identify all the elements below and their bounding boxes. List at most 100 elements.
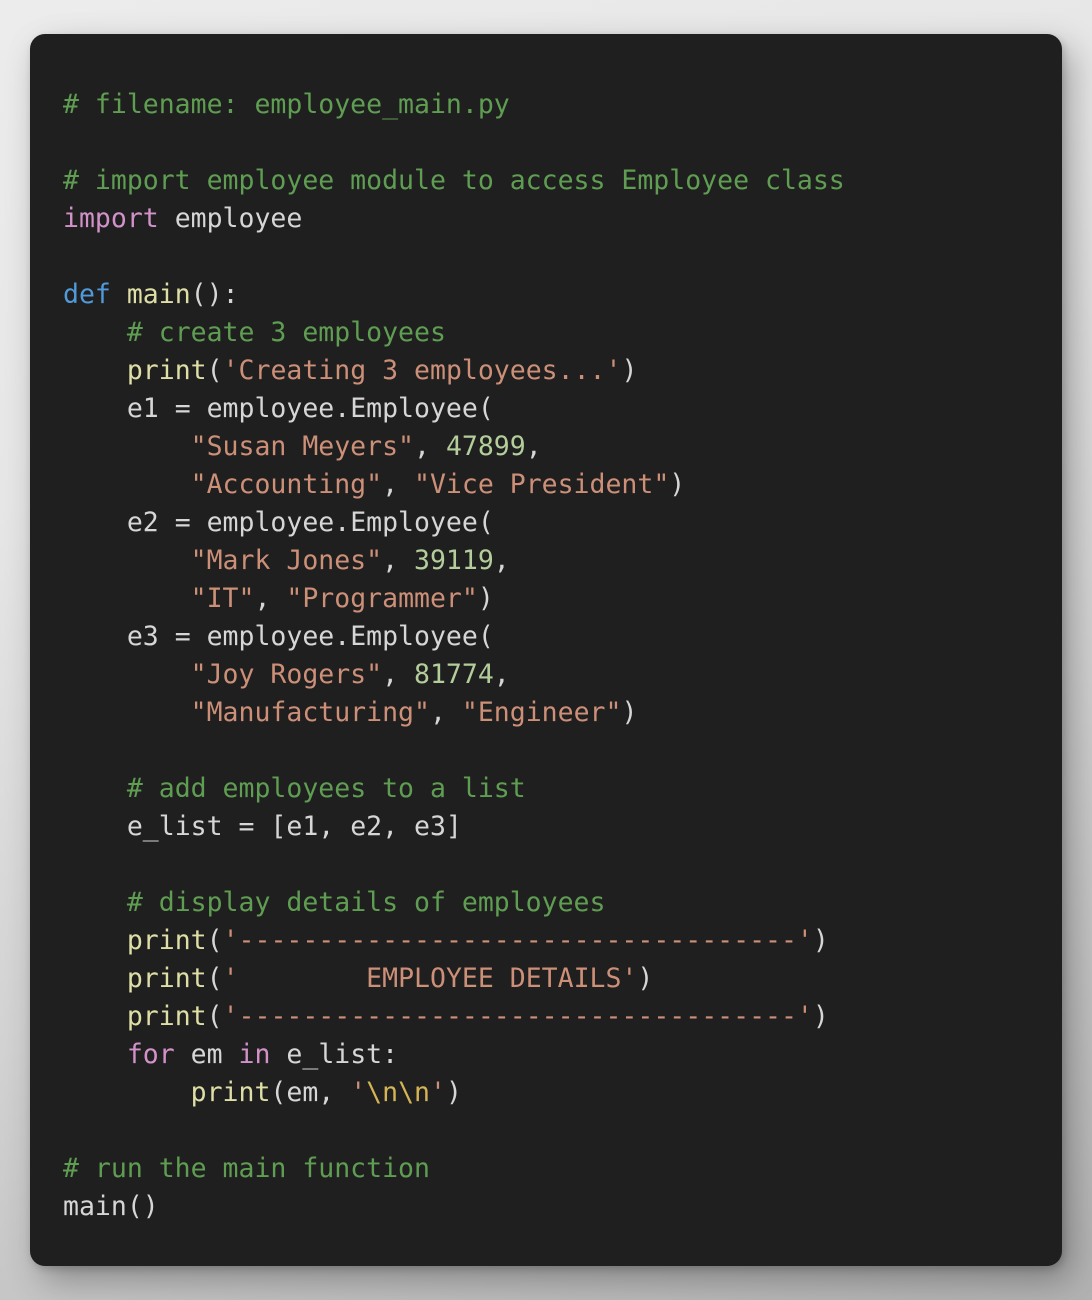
code-line: main() (63, 1188, 1062, 1226)
code-line: "IT", "Programmer") (63, 580, 1062, 618)
code-line: "Mark Jones", 39119, (63, 542, 1062, 580)
code-snippet-card: # filename: employee_main.py # import em… (30, 34, 1062, 1266)
code-token-comment: # add employees to a list (126, 773, 526, 804)
code-line: print(em, '\n\n') (63, 1074, 1062, 1112)
code-line: "Susan Meyers", 47899, (63, 428, 1062, 466)
code-token-str: ' EMPLOYEE DETAILS' (222, 963, 638, 994)
code-token-plain: ( (206, 355, 223, 386)
code-line: print('Creating 3 employees...') (63, 352, 1062, 390)
code-line: e3 = employee.Employee( (63, 618, 1062, 656)
code-token-kw: import (63, 203, 159, 234)
code-token-plain: main() (63, 1191, 159, 1222)
code-token-kw: for (126, 1039, 175, 1070)
code-token-plain: (): (190, 279, 239, 310)
code-token-fn: print (126, 355, 207, 386)
code-token-plain: , (254, 583, 287, 614)
code-line: # display details of employees (63, 884, 1062, 922)
code-line: "Manufacturing", "Engineer") (63, 694, 1062, 732)
code-token-plain: ) (812, 1001, 829, 1032)
code-line: import employee (63, 200, 1062, 238)
code-token-plain: employee (158, 203, 303, 234)
code-token-plain: ) (669, 469, 686, 500)
code-token-fn: print (190, 1077, 271, 1108)
code-token-fn: print (126, 1001, 207, 1032)
code-token-str: "IT" (190, 583, 255, 614)
code-token-plain: , (493, 659, 510, 690)
code-token-str: "Vice President" (414, 469, 670, 500)
code-token-num: 81774 (414, 659, 494, 690)
code-line: "Accounting", "Vice President") (63, 466, 1062, 504)
code-token-str: "Programmer" (286, 583, 478, 614)
code-line: # filename: employee_main.py (63, 86, 1062, 124)
code-token-comment: # import employee module to access Emplo… (63, 165, 845, 196)
code-token-kw: in (238, 1039, 271, 1070)
code-token-plain: ) (477, 583, 494, 614)
code-line: # create 3 employees (63, 314, 1062, 352)
code-line: e_list = [e1, e2, e3] (63, 808, 1062, 846)
code-token-comment: # create 3 employees (126, 317, 446, 348)
code-token-esc: \n\n (366, 1077, 430, 1108)
code-token-plain: ) (445, 1077, 462, 1108)
code-token-str: "Joy Rogers" (190, 659, 383, 690)
code-token-plain: ( (206, 925, 223, 956)
code-line: print(' EMPLOYEE DETAILS') (63, 960, 1062, 998)
code-token-fn: print (126, 963, 207, 994)
code-token-plain: (em, (270, 1077, 351, 1108)
code-block[interactable]: # filename: employee_main.py # import em… (63, 86, 1062, 1226)
code-line: for em in e_list: (63, 1036, 1062, 1074)
code-token-str: "Accounting" (190, 469, 383, 500)
code-token-plain: , (382, 659, 415, 690)
code-token-plain: em (174, 1039, 239, 1070)
code-line: print('---------------------------------… (63, 922, 1062, 960)
code-token-plain: ) (637, 963, 654, 994)
code-line: "Joy Rogers", 81774, (63, 656, 1062, 694)
code-token-str: ' (430, 1077, 446, 1108)
code-token-plain: e_list: (270, 1039, 399, 1070)
code-line: # add employees to a list (63, 770, 1062, 808)
code-token-plain: e3 = employee.Employee( (126, 621, 494, 652)
code-line: # run the main function (63, 1150, 1062, 1188)
code-token-plain: ( (206, 963, 223, 994)
code-token-plain: ) (621, 697, 638, 728)
code-token-plain: ) (621, 355, 638, 386)
code-token-plain: e_list = [e1, e2, e3] (126, 811, 462, 842)
code-token-num: 39119 (414, 545, 494, 576)
code-token-plain: , (429, 697, 462, 728)
code-token-comment: # filename: employee_main.py (63, 89, 510, 120)
code-line: e2 = employee.Employee( (63, 504, 1062, 542)
code-line: print('---------------------------------… (63, 998, 1062, 1036)
code-token-plain: ( (206, 1001, 223, 1032)
code-token-str: ' (350, 1077, 367, 1108)
code-token-plain: e1 = employee.Employee( (126, 393, 494, 424)
code-token-fn: main (126, 279, 191, 310)
code-token-str: "Mark Jones" (190, 545, 383, 576)
code-token-comment: # run the main function (63, 1153, 430, 1184)
code-line: e1 = employee.Employee( (63, 390, 1062, 428)
code-token-str: 'Creating 3 employees...' (222, 355, 622, 386)
code-token-str: "Engineer" (461, 697, 622, 728)
code-token-str: "Susan Meyers" (190, 431, 415, 462)
code-token-str: "Manufacturing" (190, 697, 430, 728)
code-line: def main(): (63, 276, 1062, 314)
code-token-plain: e2 = employee.Employee( (126, 507, 494, 538)
